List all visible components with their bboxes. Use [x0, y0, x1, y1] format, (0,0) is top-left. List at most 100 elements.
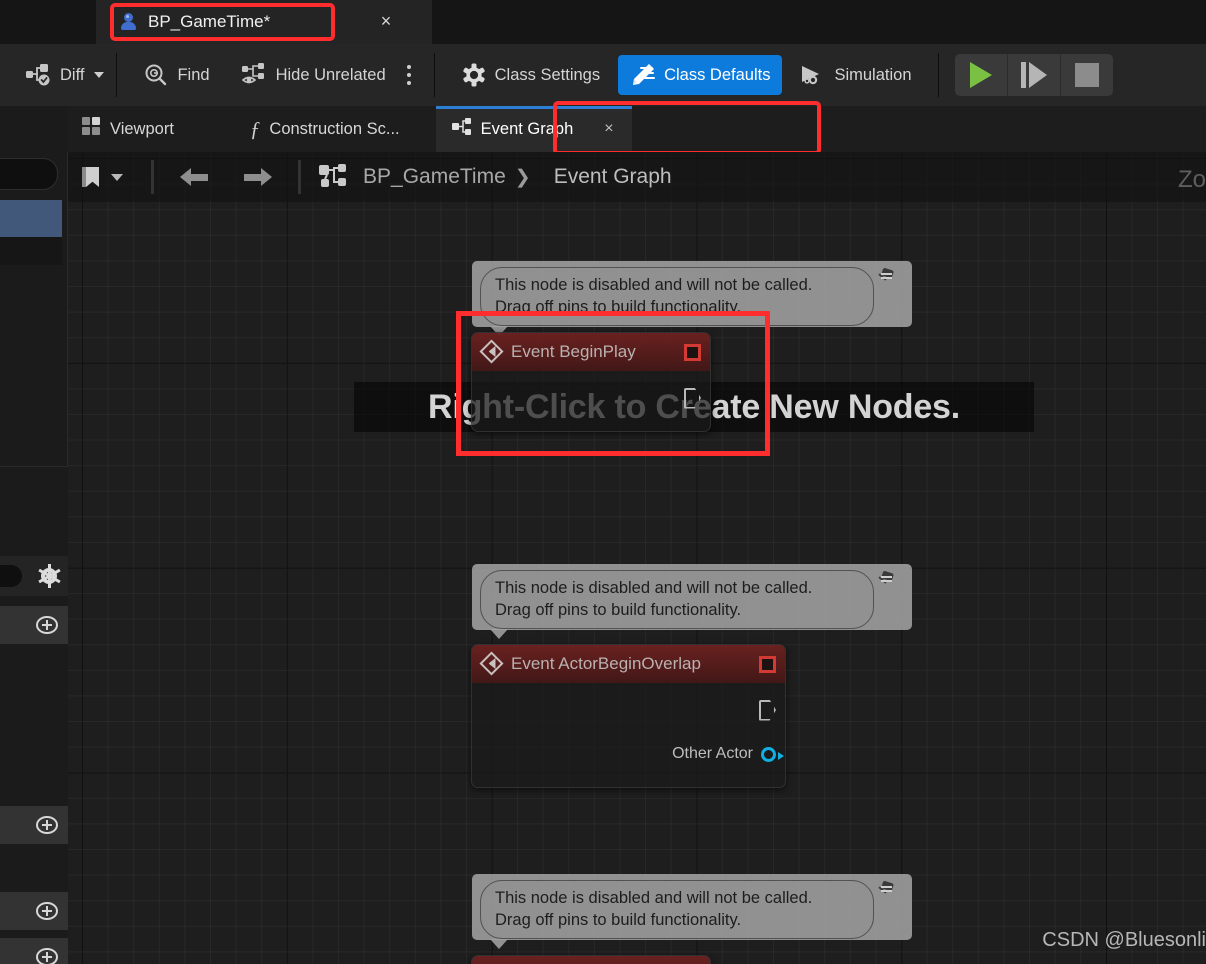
- step-icon: [1021, 62, 1047, 88]
- zoom-level-label: Zo: [1178, 166, 1206, 194]
- simulation-button[interactable]: Simulation: [788, 55, 923, 95]
- header-separator: [151, 160, 154, 194]
- class-defaults-button[interactable]: Class Defaults: [618, 55, 782, 95]
- breadcrumb-separator: ❯: [515, 166, 531, 189]
- plus-circle-icon: [36, 616, 58, 634]
- search-input[interactable]: [0, 158, 58, 190]
- arrow-right-icon[interactable]: [238, 165, 272, 189]
- list-item[interactable]: [0, 237, 62, 265]
- hide-unrelated-button[interactable]: Hide Unrelated: [230, 55, 398, 95]
- diff-button[interactable]: Diff: [14, 55, 116, 95]
- add-row-button[interactable]: [0, 606, 68, 644]
- node-event-actorbeginoverlap[interactable]: Event ActorBeginOverlap Other Actor: [471, 644, 786, 788]
- event-graph-canvas[interactable]: BP_GameTime ❯ Event Graph Zo Right-Click…: [68, 152, 1206, 964]
- panel-search-input[interactable]: [0, 565, 22, 587]
- tooltip-tail: [490, 629, 508, 639]
- node-title-label: Event ActorBeginOverlap: [511, 654, 749, 674]
- pin-row-other-actor: Other Actor: [472, 737, 785, 771]
- other-actor-output-pin[interactable]: [761, 747, 776, 762]
- left-panel: [0, 152, 68, 964]
- diff-button-label: Diff: [60, 66, 84, 85]
- node-partial-bottom[interactable]: [471, 955, 711, 964]
- hide-unrelated-button-label: Hide Unrelated: [276, 66, 386, 85]
- arrow-left-icon[interactable]: [180, 165, 214, 189]
- toolbar-separator: [938, 53, 939, 97]
- node-title-label: Event BeginPlay: [511, 342, 674, 362]
- tab-viewport[interactable]: Viewport: [68, 106, 234, 152]
- event-graph-icon: [319, 164, 349, 190]
- tooltip-line-2: Drag off pins to build functionality.: [495, 599, 859, 621]
- plus-circle-icon: [36, 902, 58, 920]
- close-icon[interactable]: ×: [376, 11, 396, 31]
- list-item-selected[interactable]: [0, 200, 62, 237]
- node-tooltip: This node is disabled and will not be ca…: [472, 564, 912, 630]
- tooltip-bubble: This node is disabled and will not be ca…: [480, 880, 874, 939]
- node-body: Other Actor: [472, 683, 785, 783]
- header-separator: [298, 160, 301, 194]
- add-row-button[interactable]: [0, 806, 68, 844]
- class-settings-button[interactable]: Class Settings: [449, 55, 612, 95]
- close-icon[interactable]: ×: [604, 120, 613, 138]
- tooltip-line-1: This node is disabled and will not be ca…: [495, 887, 859, 909]
- document-tab-bp-gametime[interactable]: BP_GameTime* ×: [96, 0, 432, 44]
- stop-icon: [1075, 63, 1099, 87]
- gear-icon[interactable]: [38, 565, 60, 587]
- bookmark-icon[interactable]: [82, 165, 101, 189]
- viewport-icon: [82, 117, 101, 141]
- tab-event-graph[interactable]: Event Graph ×: [436, 106, 632, 152]
- delegate-output-pin[interactable]: [759, 656, 776, 673]
- tab-viewport-label: Viewport: [110, 120, 174, 139]
- breadcrumb-current: Event Graph: [554, 165, 672, 189]
- node-title-bar: [472, 956, 710, 964]
- find-button[interactable]: Find: [131, 55, 221, 95]
- tooltip-icons: [874, 880, 904, 882]
- add-row-button[interactable]: [0, 938, 68, 964]
- transport-controls: [955, 54, 1113, 96]
- unreal-blueprint-editor: BP_GameTime* × Diff: [0, 0, 1206, 964]
- toolbar-separator: [116, 53, 117, 97]
- gear-icon: [461, 63, 487, 87]
- hide-unrelated-icon: [242, 63, 268, 87]
- add-row-button[interactable]: [0, 892, 68, 930]
- find-button-label: Find: [177, 66, 209, 85]
- event-diamond-icon: [481, 653, 503, 675]
- play-icon: [970, 62, 992, 88]
- plus-circle-icon: [36, 816, 58, 834]
- document-tab-label: BP_GameTime*: [148, 12, 270, 32]
- stop-button[interactable]: [1061, 54, 1113, 96]
- diff-icon: [26, 63, 52, 87]
- tooltip-line-1: This node is disabled and will not be ca…: [495, 577, 859, 599]
- title-bar: BP_GameTime* ×: [0, 0, 1206, 44]
- node-tooltip: This node is disabled and will not be ca…: [472, 261, 912, 327]
- blueprint-icon: [120, 13, 138, 31]
- watermark-text: CSDN @Bluesonli: [1042, 929, 1206, 952]
- node-event-beginplay[interactable]: Event BeginPlay: [471, 332, 711, 432]
- tab-construction-script[interactable]: ƒ Construction Sc...: [234, 106, 436, 152]
- search-icon: [143, 63, 169, 87]
- simulation-icon: [800, 63, 826, 87]
- chevron-down-icon[interactable]: [111, 174, 123, 181]
- delegate-output-pin[interactable]: [684, 344, 701, 361]
- pin-label-other-actor: Other Actor: [672, 745, 753, 763]
- tooltip-line-1: This node is disabled and will not be ca…: [495, 274, 859, 296]
- tooltip-bubble: This node is disabled and will not be ca…: [480, 570, 874, 629]
- graph-tab-bar: Viewport ƒ Construction Sc... Event Grap…: [68, 106, 1206, 152]
- exec-output-pin[interactable]: [684, 388, 701, 409]
- node-title-bar: Event ActorBeginOverlap: [472, 645, 785, 683]
- chevron-down-icon[interactable]: [94, 72, 104, 78]
- main-toolbar: Diff Find: [0, 44, 1206, 106]
- simulation-button-label: Simulation: [834, 66, 911, 85]
- tab-construction-script-label: Construction Sc...: [269, 120, 399, 139]
- exec-output-pin[interactable]: [759, 700, 776, 721]
- step-button[interactable]: [1008, 54, 1060, 96]
- function-icon: ƒ: [250, 117, 261, 142]
- breadcrumb-root[interactable]: BP_GameTime: [363, 165, 506, 189]
- node-tooltip: This node is disabled and will not be ca…: [472, 874, 912, 940]
- pin-row-exec: [472, 381, 710, 415]
- node-title-bar: Event BeginPlay: [472, 333, 710, 371]
- class-settings-button-label: Class Settings: [495, 66, 600, 85]
- toolbar-overflow-button[interactable]: [398, 58, 420, 92]
- class-defaults-button-label: Class Defaults: [664, 66, 770, 85]
- event-diamond-icon: [481, 341, 503, 363]
- play-button[interactable]: [955, 54, 1007, 96]
